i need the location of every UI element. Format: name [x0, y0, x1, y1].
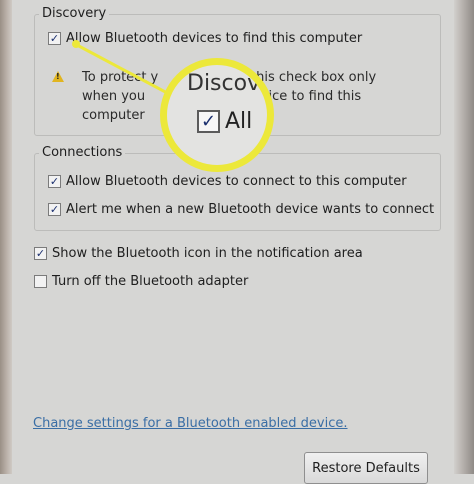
alert-new-device-checkbox[interactable]: ✓ [48, 203, 61, 216]
turn-off-adapter-checkbox[interactable] [34, 275, 47, 288]
show-icon-checkbox[interactable]: ✓ [34, 247, 47, 260]
magnifier-checkbox: ✓ [197, 110, 220, 133]
connections-group-title: Connections [39, 145, 126, 160]
allow-connect-checkbox-row[interactable]: ✓ Allow Bluetooth devices to connect to … [48, 174, 407, 189]
show-icon-label: Show the Bluetooth icon in the notificat… [52, 246, 363, 261]
discovery-group-title: Discovery [39, 6, 110, 21]
background-edge-left [0, 0, 12, 474]
allow-find-label: Allow Bluetooth devices to find this com… [66, 31, 363, 46]
turn-off-adapter-checkbox-row[interactable]: Turn off the Bluetooth adapter [34, 274, 248, 289]
alert-new-device-label: Alert me when a new Bluetooth device wan… [66, 202, 435, 217]
magnifier-checkbox-row: ✓ All [197, 109, 252, 134]
allow-find-checkbox[interactable]: ✓ [48, 32, 61, 45]
allow-connect-checkbox[interactable]: ✓ [48, 175, 61, 188]
magnifier-title: Discov [187, 71, 261, 96]
show-icon-checkbox-row[interactable]: ✓ Show the Bluetooth icon in the notific… [34, 246, 363, 261]
alert-new-device-checkbox-row[interactable]: ✓ Alert me when a new Bluetooth device w… [48, 202, 434, 217]
turn-off-adapter-label: Turn off the Bluetooth adapter [52, 274, 249, 289]
background-edge-right [454, 0, 474, 474]
magnifier-text: All [225, 109, 253, 134]
change-settings-link[interactable]: Change settings for a Bluetooth enabled … [33, 416, 348, 431]
bluetooth-settings-dialog: Discovery ✓ Allow Bluetooth devices to f… [12, 0, 454, 484]
magnifier-callout: Discov ✓ All [160, 58, 274, 172]
allow-connect-label: Allow Bluetooth devices to connect to th… [66, 174, 407, 189]
allow-find-checkbox-row[interactable]: ✓ Allow Bluetooth devices to find this c… [48, 31, 362, 46]
warning-icon: ! [52, 71, 64, 82]
warning-text-line3: computer [82, 108, 145, 123]
restore-defaults-button[interactable]: Restore Defaults [304, 452, 428, 484]
